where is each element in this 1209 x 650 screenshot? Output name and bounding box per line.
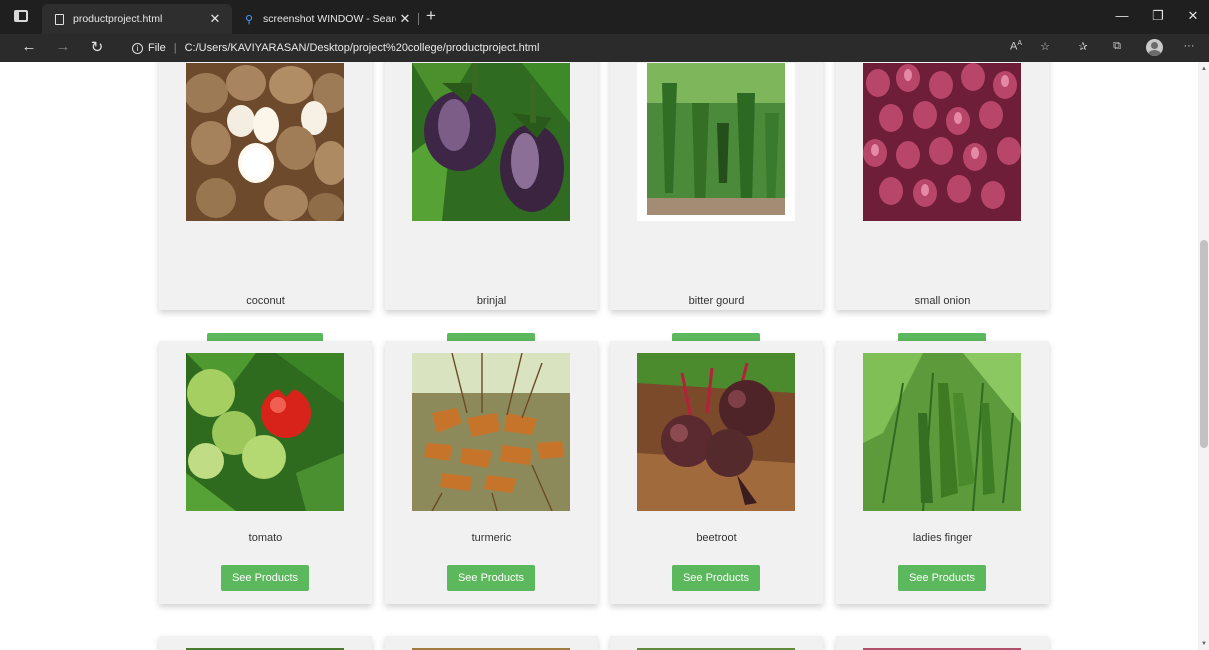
product-name: brinjal [476,295,507,307]
search-icon: ⚲ [244,13,254,26]
see-products-button[interactable]: See Products [447,565,535,591]
product-card-partial [385,636,598,650]
product-card-bitter-gourd: bitter gourd See Products [610,62,823,359]
product-card-partial [836,636,1049,650]
document-icon [54,13,64,25]
product-card-tomato: tomato See Products [159,341,372,604]
restore-icon[interactable]: ❐ [1147,8,1169,24]
product-card-ladies-finger: ladies finger See Products [836,341,1049,604]
product-card-coconut: coconut See Product details [159,62,372,359]
product-name: bitter gourd [688,295,745,307]
coconut-image [186,63,344,221]
scroll-up-arrow-icon[interactable]: ▲ [1201,66,1207,72]
see-products-button[interactable]: See Products [898,565,986,591]
tab-productproject[interactable]: productproject.html ✕ [42,4,232,34]
close-tab-icon[interactable]: ✕ [206,11,224,27]
close-window-icon[interactable]: ✕ [1182,8,1204,24]
back-arrow-icon[interactable]: ← [20,38,38,55]
product-name: beetroot [696,532,737,544]
file-label: File [148,42,166,54]
product-name: turmeric [471,532,512,544]
new-tab-plus-icon[interactable]: + [426,6,436,26]
product-card-partial [610,636,823,650]
bitter-gourd-image [637,63,795,221]
forward-arrow-icon[interactable]: → [54,38,72,55]
scrollbar-thumb[interactable] [1200,240,1208,448]
product-name: ladies finger [912,532,973,544]
see-products-button[interactable]: See Products [221,565,309,591]
collections-icon[interactable]: ⧉ [1108,40,1126,53]
beetroot-image [637,353,795,511]
product-name: tomato [248,532,283,544]
product-name: coconut [246,295,285,307]
minimize-icon[interactable]: — [1111,8,1133,23]
url-separator: | [173,42,177,54]
read-aloud-icon[interactable]: AA [1007,40,1025,53]
product-card-partial [159,636,372,650]
refresh-icon[interactable]: ↻ [88,38,106,56]
product-card-small-onion: small onion See Products [836,62,1049,359]
favorites-icon[interactable]: ✰ [1074,40,1092,53]
turmeric-image [412,353,570,511]
product-card-turmeric: turmeric See Products [385,341,598,604]
see-products-button[interactable]: See Products [672,565,760,591]
more-options-icon[interactable]: ··· [1180,40,1198,52]
url-field[interactable]: i File | C:/Users/KAVIYARASAN/Desktop/pr… [124,37,1124,59]
scroll-down-arrow-icon[interactable]: ▼ [1201,641,1207,647]
tab-search[interactable]: ⚲ screenshot WINDOW - Search ✕ [232,4,422,34]
page-viewport: coconut See Product details brinjal See … [0,62,1198,650]
browser-tab-bar: productproject.html ✕ ⚲ screenshot WINDO… [0,0,1209,34]
tomato-image [186,353,344,511]
url-text[interactable]: C:/Users/KAVIYARASAN/Desktop/project%20c… [185,42,540,54]
browser-address-bar: ← → ↻ i File | C:/Users/KAVIYARASAN/Desk… [0,34,1209,62]
profile-avatar-icon[interactable] [1146,39,1163,56]
brinjal-image [412,63,570,221]
small-onion-image [863,63,1021,221]
tab-title: productproject.html [73,13,163,25]
product-name: small onion [914,295,971,307]
close-tab-icon[interactable]: ✕ [396,11,414,27]
tab-divider [418,13,419,25]
info-icon[interactable]: i [132,42,143,54]
add-favorite-icon[interactable]: ☆ [1036,40,1054,53]
tab-title: screenshot WINDOW - Search [263,13,396,25]
tab-actions-icon[interactable] [14,10,28,22]
ladies-finger-image [863,353,1021,511]
product-card-beetroot: beetroot See Products [610,341,823,604]
product-card-brinjal: brinjal See Products [385,62,598,359]
